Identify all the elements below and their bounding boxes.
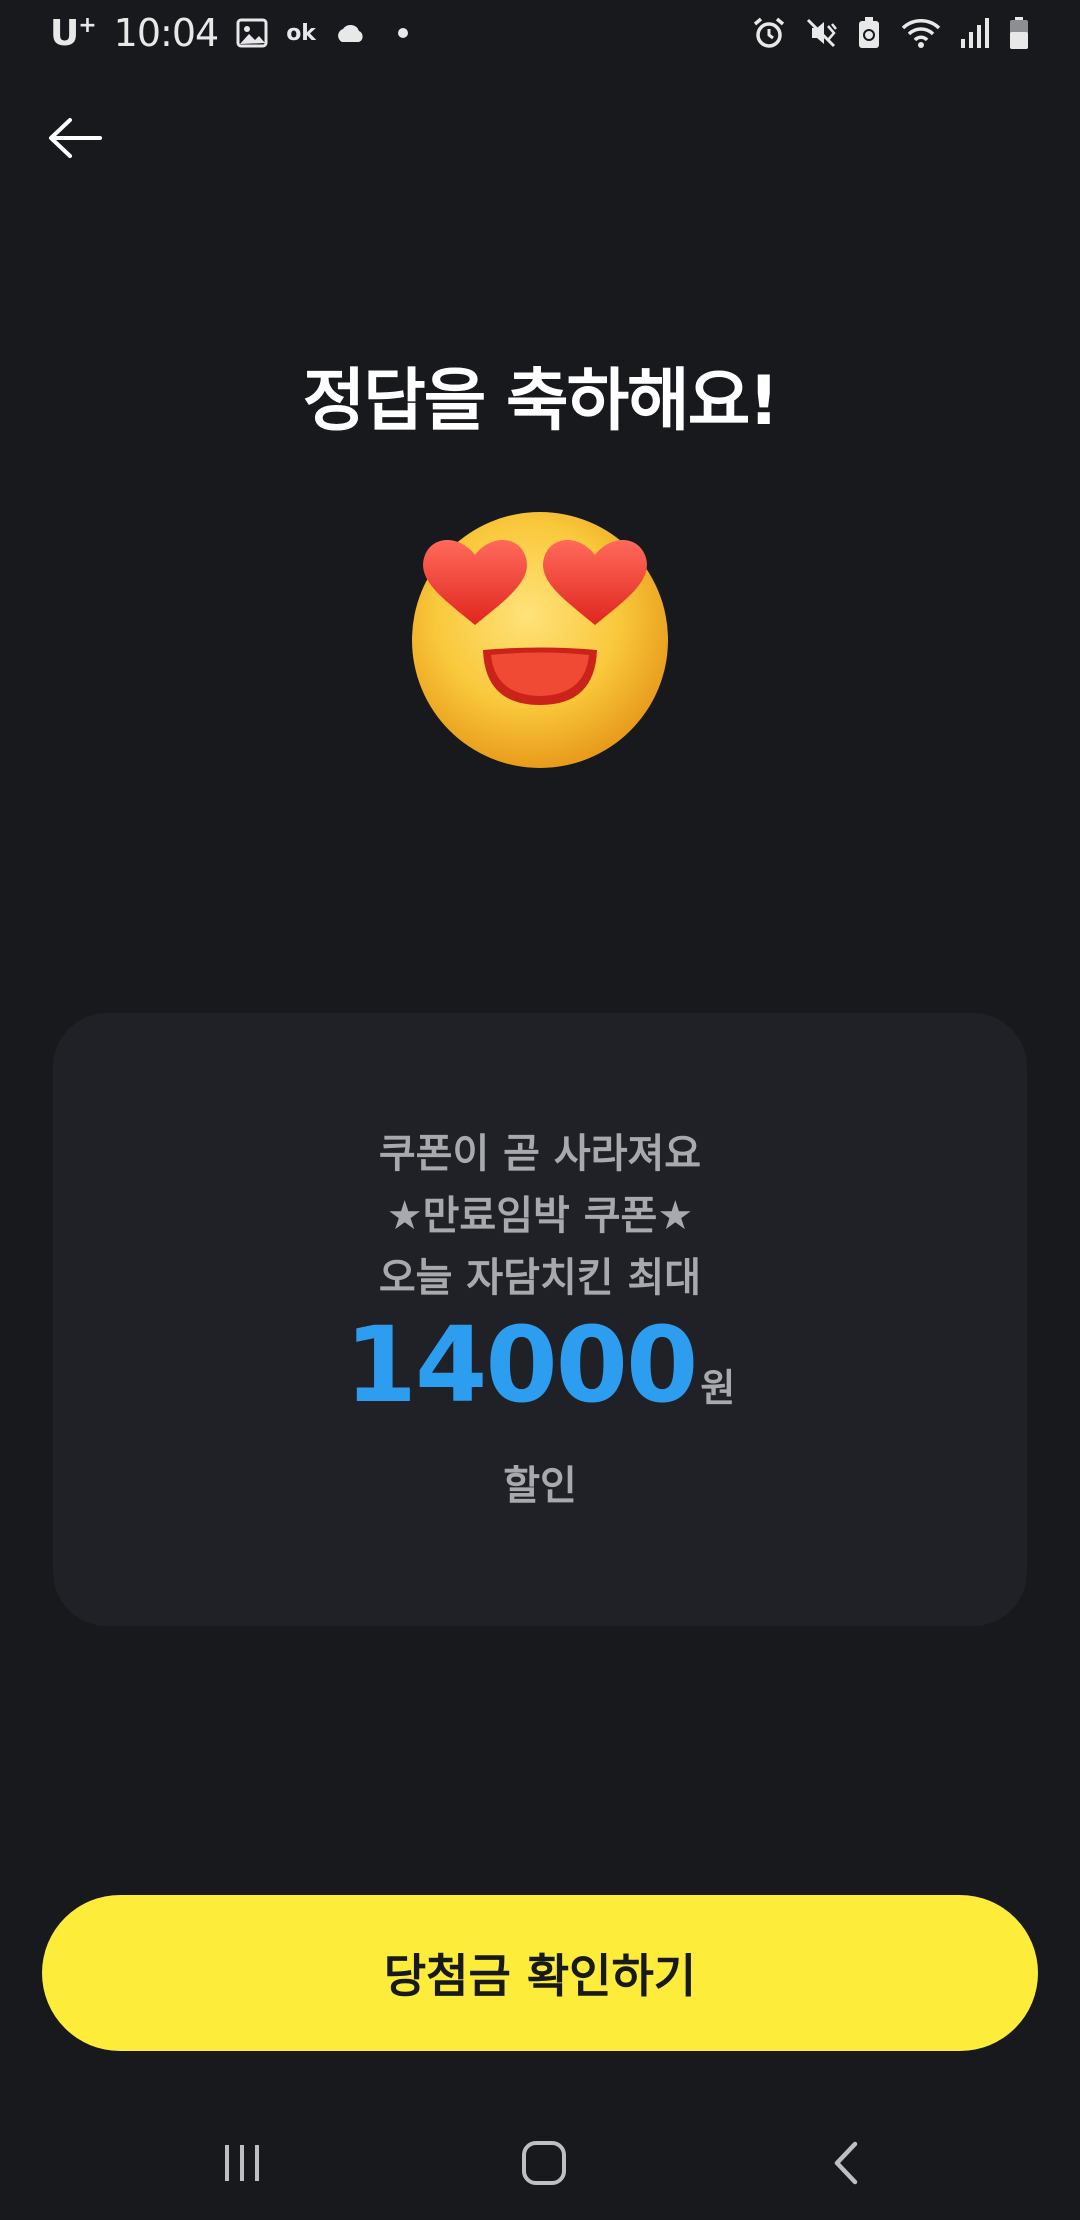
wifi-icon: [900, 16, 942, 50]
home-button[interactable]: [504, 2130, 584, 2200]
carrier-label: U+: [50, 12, 97, 54]
coupon-card: 쿠폰이 곧 사라져요 ★만료임박 쿠폰★ 오늘 자담치킨 최대 14000 원 …: [53, 1013, 1027, 1626]
check-prize-button[interactable]: 당첨금 확인하기: [42, 1895, 1038, 2051]
discount-amount: 14000: [344, 1304, 699, 1426]
cloud-icon: [334, 22, 366, 44]
status-bar-right: [752, 16, 1030, 50]
screen: U+ 10:04 ok 정답을 축하해요! 쿠폰이 곧 사라져요 ★만료임박 쿠…: [0, 0, 1080, 2220]
alarm-icon: [752, 16, 786, 50]
heart-eyes-emoji-icon: [405, 500, 675, 770]
discount-amount-row: 14000 원: [53, 1313, 1027, 1417]
coupon-offer-text: 오늘 자담치킨 최대: [378, 1255, 702, 1301]
coupon-expire-text: 쿠폰이 곧 사라져요: [378, 1131, 702, 1177]
discount-currency: 원: [700, 1366, 736, 1410]
recents-icon: [220, 2143, 264, 2187]
battery-saver-icon: [856, 16, 882, 50]
battery-icon: [1008, 16, 1030, 50]
arrow-left-icon: [46, 116, 104, 164]
signal-icon: [960, 17, 990, 49]
notification-dot: [397, 28, 408, 38]
coupon-discount-text: 할인: [503, 1463, 577, 1509]
system-nav-bar: [0, 2110, 1080, 2220]
image-icon: [236, 18, 268, 48]
back-icon: [831, 2140, 861, 2190]
back-button[interactable]: [40, 105, 110, 175]
home-icon: [521, 2140, 567, 2190]
page-title: 정답을 축하해요!: [302, 362, 780, 441]
status-bar: U+ 10:04 ok: [0, 0, 1080, 66]
coupon-urgent-text: ★만료임박 쿠폰★: [386, 1193, 694, 1239]
ok-cashbag-icon: ok: [286, 20, 316, 46]
system-back-button[interactable]: [806, 2130, 886, 2200]
status-bar-left: U+ 10:04 ok: [50, 11, 408, 55]
status-time: 10:04: [113, 11, 220, 55]
vibrate-mute-icon: [804, 16, 838, 50]
recents-button[interactable]: [202, 2130, 282, 2200]
